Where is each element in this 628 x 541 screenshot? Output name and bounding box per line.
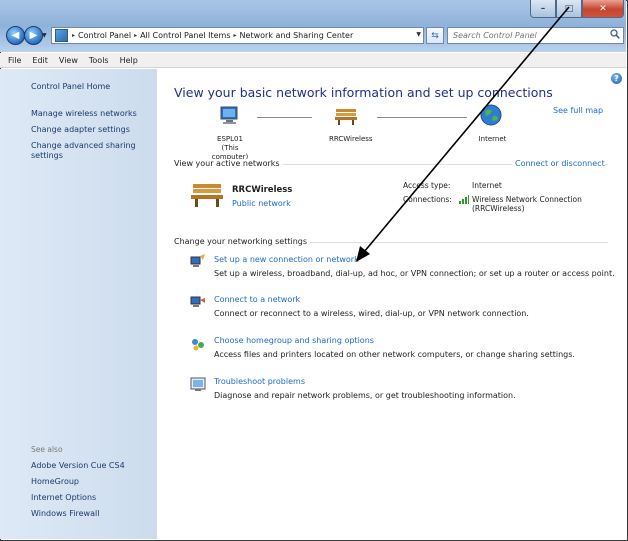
settings-heading: Change your networking settings [174, 237, 311, 246]
close-button[interactable]: ✕ [582, 0, 624, 18]
menu-tools[interactable]: Tools [89, 56, 109, 65]
minimize-button[interactable]: – [530, 0, 556, 18]
sidebar-adobe-version-cue[interactable]: Adobe Version Cue CS4 [31, 461, 151, 471]
breadcrumb-control-panel[interactable]: Control Panel [78, 31, 131, 40]
map-computer-label[interactable]: ESPL01 (This computer) [205, 135, 255, 162]
page-title: View your basic network information and … [174, 85, 553, 100]
window-titlebar: – □ ✕ ◀ ▶ ▼ ▸ Control Panel ▸ All Contro… [0, 0, 626, 52]
active-network-name: RRCWireless [232, 185, 293, 195]
computer-icon [220, 106, 238, 124]
sidebar: Control Panel Home Manage wireless netwo… [0, 69, 157, 539]
breadcrumb-separator-icon[interactable]: ▸ [72, 32, 75, 39]
signal-strength-icon [459, 195, 469, 204]
connections-label: Connections: [403, 195, 452, 204]
sidebar-control-panel-home[interactable]: Control Panel Home [31, 82, 151, 92]
connection-name-line[interactable]: Wireless Network Connection [472, 195, 582, 204]
computer-name: ESPL01 [217, 135, 243, 143]
access-type-value: Internet [472, 181, 502, 190]
homegroup-icon [192, 339, 204, 351]
sidebar-homegroup[interactable]: HomeGroup [31, 477, 151, 487]
internet-globe-icon [480, 104, 502, 126]
map-connector-line [377, 117, 467, 118]
access-type-label: Access type: [403, 181, 451, 190]
refresh-icon[interactable]: ⇆ [426, 27, 444, 44]
breadcrumb-all-items[interactable]: All Control Panel Items [140, 31, 230, 40]
back-arrow-icon[interactable]: ◀ [6, 26, 25, 45]
wireless-connection-link[interactable]: Wireless Network Connection (RRCWireless… [472, 195, 582, 213]
sidebar-internet-options[interactable]: Internet Options [31, 493, 151, 503]
troubleshoot-description: Diagnose and repair network problems, or… [214, 391, 516, 400]
sidebar-manage-wireless[interactable]: Manage wireless networks [31, 109, 151, 119]
search-box[interactable] [447, 27, 624, 44]
search-input[interactable] [448, 28, 603, 43]
see-full-map-link[interactable]: See full map [553, 106, 603, 115]
connect-network-icon [190, 296, 205, 307]
address-bar[interactable]: ▸ Control Panel ▸ All Control Panel Item… [51, 27, 424, 44]
map-network-label[interactable]: RRCWireless [329, 135, 373, 144]
breadcrumb-separator-icon[interactable]: ▸ [134, 32, 137, 39]
connection-ssid-line[interactable]: (RRCWireless) [472, 204, 582, 213]
menu-view[interactable]: View [59, 56, 78, 65]
menu-file[interactable]: File [8, 56, 21, 65]
network-type-link[interactable]: Public network [232, 199, 291, 208]
setup-connection-description: Set up a wireless, broadband, dial-up, a… [214, 269, 615, 278]
recent-pages-dropdown-icon[interactable]: ▼ [42, 32, 47, 39]
homegroup-sharing-link[interactable]: Choose homegroup and sharing options [214, 336, 374, 345]
setup-connection-link[interactable]: Set up a new connection or network [214, 255, 359, 264]
address-dropdown-icon[interactable]: ▼ [416, 31, 421, 38]
troubleshoot-link[interactable]: Troubleshoot problems [214, 377, 305, 386]
sidebar-change-adapter[interactable]: Change adapter settings [31, 125, 151, 135]
troubleshoot-icon [190, 377, 206, 391]
maximize-button[interactable]: □ [556, 0, 582, 18]
main-content: ? View your basic network information an… [157, 69, 626, 539]
menu-help[interactable]: Help [120, 56, 138, 65]
window-controls: – □ ✕ [530, 0, 624, 18]
active-networks-heading: View your active networks [174, 159, 283, 168]
map-internet-label[interactable]: Internet [475, 135, 510, 144]
bench-network-icon [191, 184, 223, 207]
menu-bar: File Edit View Tools Help [0, 53, 626, 68]
navigation-bar: ◀ ▶ ▼ ▸ Control Panel ▸ All Control Pane… [0, 22, 626, 48]
breadcrumb-separator-icon[interactable]: ▸ [234, 32, 237, 39]
map-connector-line [257, 117, 312, 118]
homegroup-sharing-description: Access files and printers located on oth… [214, 350, 575, 359]
connect-to-network-description: Connect or reconnect to a wireless, wire… [214, 309, 529, 318]
sidebar-advanced-sharing[interactable]: Change advanced sharing settings [31, 141, 136, 161]
breadcrumb-network-sharing[interactable]: Network and Sharing Center [240, 31, 354, 40]
search-icon[interactable] [610, 29, 620, 39]
menu-edit[interactable]: Edit [32, 56, 48, 65]
sidebar-windows-firewall[interactable]: Windows Firewall [31, 509, 151, 519]
connect-to-network-link[interactable]: Connect to a network [214, 295, 300, 304]
bench-network-icon [335, 109, 357, 125]
see-also-heading: See also [31, 445, 63, 454]
control-panel-icon [55, 29, 68, 42]
forward-arrow-icon[interactable]: ▶ [24, 26, 43, 45]
new-connection-icon [190, 254, 205, 267]
connect-disconnect-link[interactable]: Connect or disconnect [512, 159, 605, 168]
help-icon[interactable]: ? [611, 73, 622, 84]
